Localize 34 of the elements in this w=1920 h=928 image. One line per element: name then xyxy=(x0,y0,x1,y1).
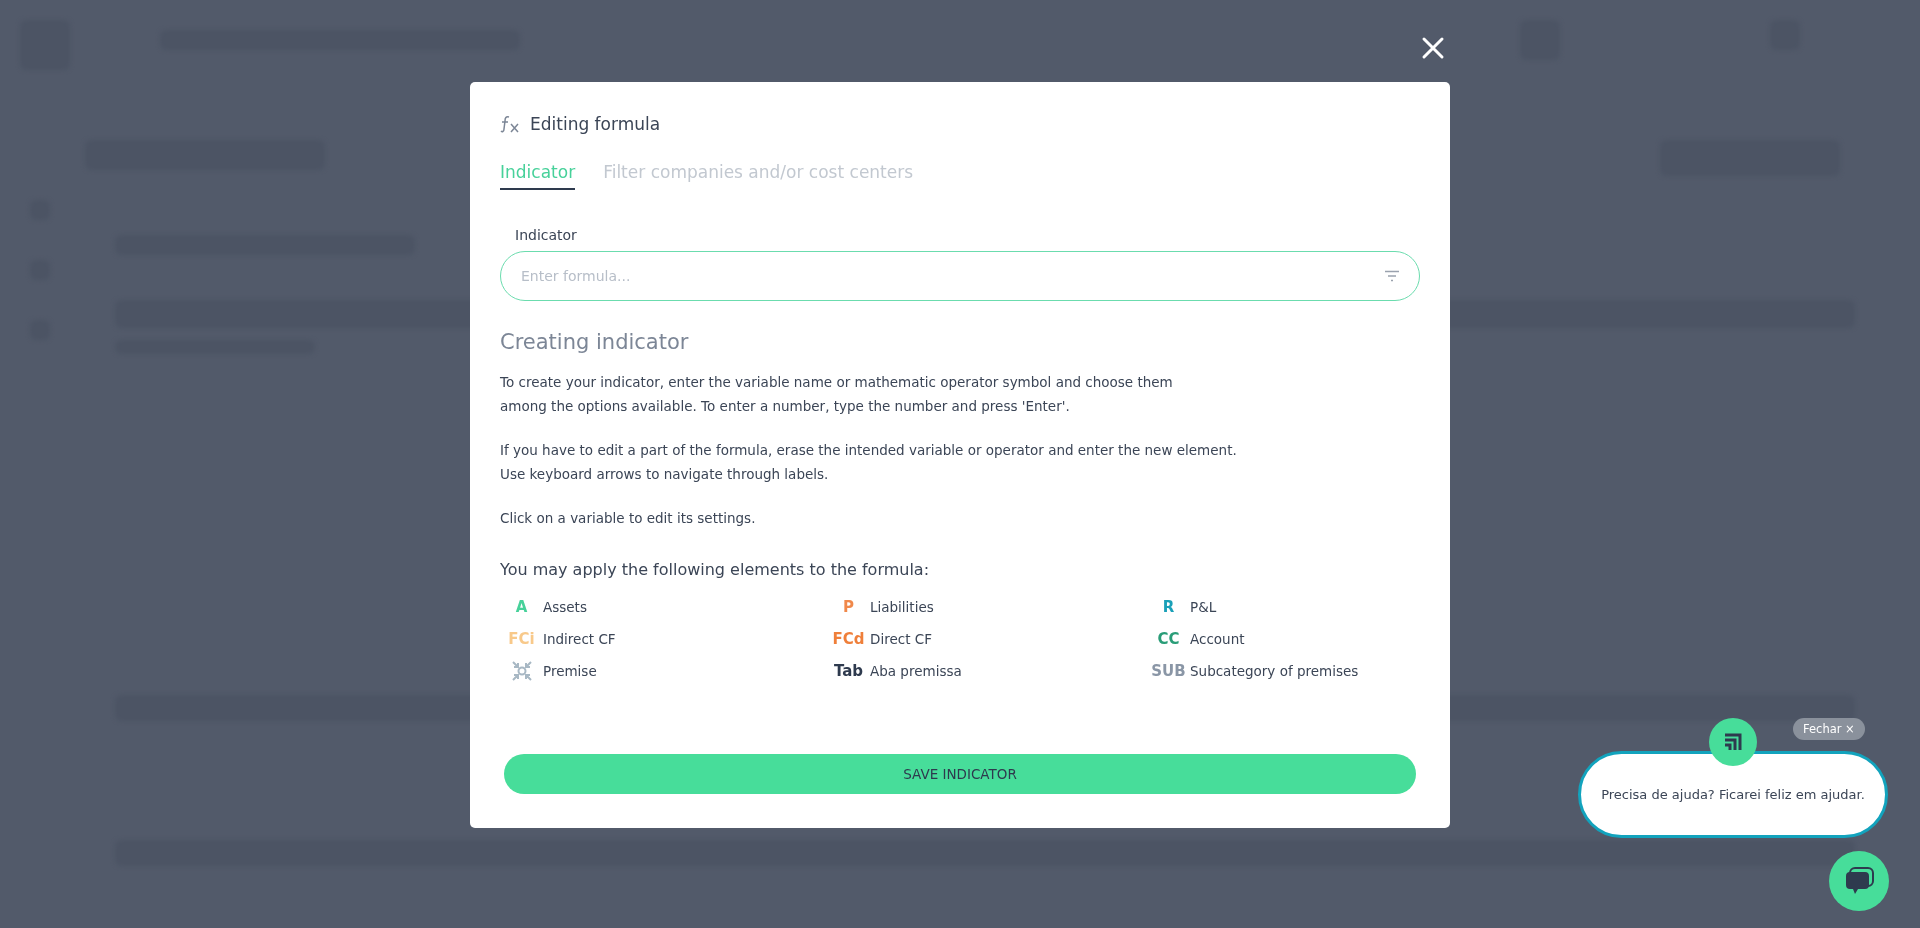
instruction-text: Click on a variable to edit its settings. xyxy=(500,509,757,528)
element-label: Subcategory of premises xyxy=(1190,663,1359,679)
element-symbol: FCi xyxy=(507,630,536,648)
tab[interactable]: Indicator xyxy=(500,162,576,190)
dialog-title: Editing formula xyxy=(530,114,661,134)
element-label: Premise xyxy=(543,663,597,679)
element-symbol: CC xyxy=(1156,630,1181,648)
element-label: Indirect CF xyxy=(543,631,616,647)
element-label: Aba premissa xyxy=(870,663,962,679)
filter-icon[interactable] xyxy=(1384,270,1400,282)
element-symbol: P xyxy=(842,598,855,616)
element-label: Liabilities xyxy=(870,599,934,615)
chat-avatar-icon xyxy=(1709,718,1757,766)
element-symbol: R xyxy=(1161,598,1176,616)
save-button[interactable]: SAVE INDICATOR xyxy=(504,754,1416,794)
close-chat-button[interactable]: Fechar × xyxy=(1793,718,1865,740)
element-label: Assets xyxy=(543,599,587,615)
instruction-text: If you have to edit a part of the formula, erase the intended variable or operator and enter the new element. Use keyboard arrows to navigate through labels. xyxy=(500,441,1238,484)
element-label: P&L xyxy=(1190,599,1217,615)
section-heading: Creating indicator xyxy=(500,330,690,354)
chat-icon xyxy=(1843,866,1875,896)
instruction-text: To create your indicator, enter the variable name or mathematic operator symbol and choose them among the options available. To enter a number, type the number and press 'Enter'. xyxy=(500,373,1174,416)
element-symbol: A xyxy=(514,598,529,616)
element-symbol: Tab xyxy=(832,662,865,680)
element-symbol: SUB xyxy=(1150,662,1187,680)
field-label: Indicator xyxy=(515,227,578,243)
function-icon xyxy=(500,115,520,133)
element-label: Account xyxy=(1190,631,1245,647)
elements-heading: You may apply the following elements to the formula: xyxy=(500,560,931,579)
chat-message: Precisa de ajuda? Ficarei feliz em ajudar. xyxy=(1601,787,1865,802)
formula-input-field[interactable]: Enter formula... xyxy=(500,251,1420,301)
element-symbol: FCd xyxy=(831,630,866,648)
element-label: Direct CF xyxy=(870,631,932,647)
tab[interactable]: Filter companies and/or cost centers xyxy=(603,162,914,190)
